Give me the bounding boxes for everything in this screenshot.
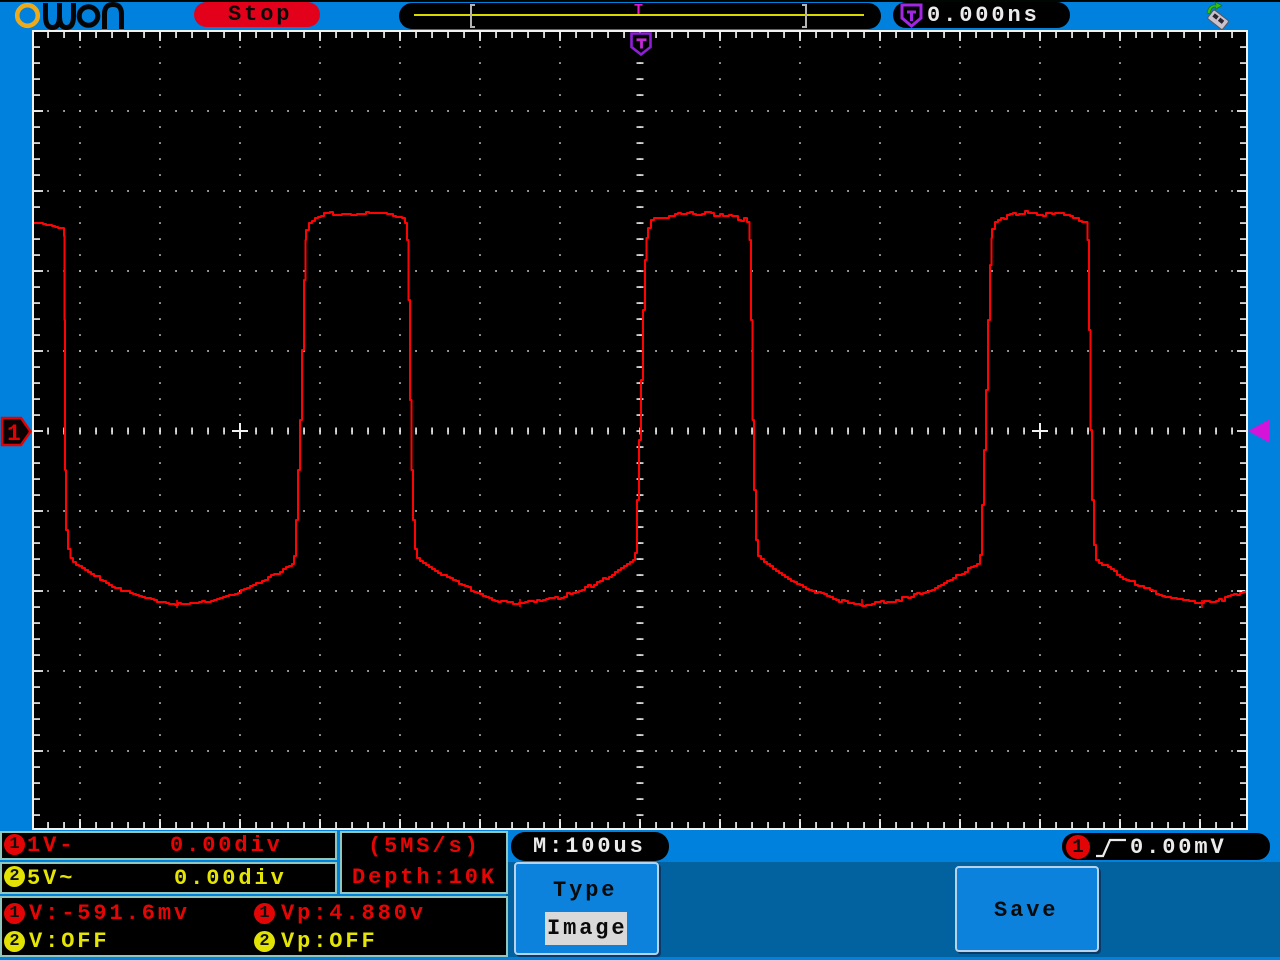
svg-text:1: 1 <box>7 421 21 447</box>
